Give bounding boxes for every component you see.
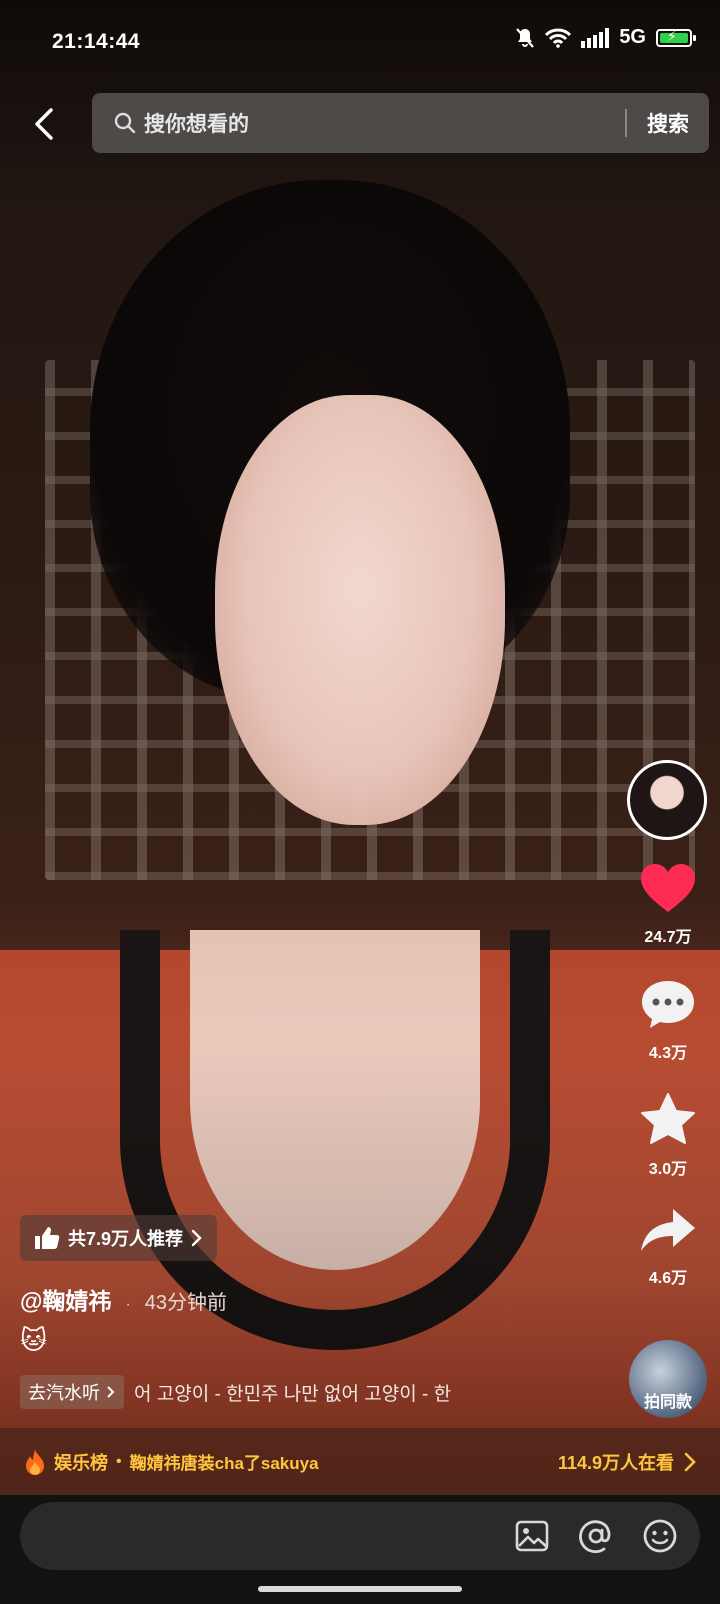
comment-count: 4.3万 [648, 1045, 688, 1062]
image-icon [515, 1520, 549, 1552]
hot-list-label: 娱乐榜 [54, 1452, 108, 1473]
caption-emoji: 🐱 [20, 1325, 48, 1355]
share-count: 4.6万 [648, 1270, 688, 1287]
chevron-left-icon [35, 108, 53, 140]
same-style-button[interactable]: 拍同款 [629, 1340, 707, 1418]
favorite-count: 3.0万 [648, 1161, 688, 1178]
hot-list-bar[interactable]: 娱乐榜 • 鞠婧祎唐装cha了sakuya 114.9万人在看 [0, 1428, 720, 1495]
watching-count: 114.9万人在看 [557, 1452, 674, 1473]
wifi-icon [545, 28, 572, 48]
chevron-right-icon [107, 1386, 115, 1398]
author-avatar[interactable] [627, 760, 707, 840]
emoji-button[interactable] [636, 1512, 684, 1560]
home-indicator[interactable] [258, 1586, 462, 1592]
recommend-chip[interactable]: 共7.9万人推荐 [20, 1215, 218, 1261]
music-row[interactable]: 去汽水听 어 고양이 - 한민주 나만 없어 고양이 - 한 [20, 1375, 564, 1409]
star-icon [641, 1093, 695, 1144]
listen-on-qishui-button[interactable]: 去汽水听 [20, 1375, 124, 1409]
hot-list-separator: • [116, 1452, 122, 1470]
search-icon [114, 112, 136, 134]
emoji-icon [643, 1519, 677, 1553]
music-title: 어 고양이 - 한민주 나만 없어 고양이 - 한 [134, 1383, 452, 1405]
mute-icon [516, 27, 535, 48]
chevron-right-icon [191, 1229, 202, 1247]
search-bar[interactable]: 搜你想看的 搜索 [92, 93, 709, 153]
video-vignette [0, 0, 720, 1495]
comment-button[interactable]: 4.3万 [630, 978, 706, 1063]
search-button[interactable]: 搜索 [627, 108, 709, 138]
battery-charging-icon: ⚡ [656, 28, 696, 47]
search-input[interactable]: 搜你想看的 [144, 108, 625, 138]
at-icon [579, 1520, 611, 1554]
comment-icon [642, 981, 694, 1028]
chevron-right-icon [684, 1452, 696, 1471]
thumbs-up-icon [35, 1227, 60, 1249]
share-button[interactable]: 4.6万 [630, 1205, 706, 1288]
hot-topic: 鞠婧祎唐装cha了sakuya [129, 1454, 319, 1473]
like-count: 24.7万 [644, 929, 692, 946]
status-bar: 21:14:44 5G ⚡ [0, 0, 720, 84]
separator-dot: · [125, 1296, 131, 1313]
status-time: 21:14:44 [52, 30, 141, 53]
flame-icon [26, 1448, 44, 1475]
back-button[interactable] [24, 100, 64, 148]
image-button[interactable] [508, 1512, 556, 1560]
author-line: @鞠婧祎 · 43分钟前 [20, 1282, 227, 1316]
like-button[interactable]: 24.7万 [630, 862, 706, 947]
comment-input-bar[interactable] [20, 1502, 700, 1570]
recommend-text: 共7.9万人推荐 [68, 1229, 184, 1249]
signal-icon [581, 27, 610, 48]
status-icons: 5G ⚡ [515, 26, 696, 49]
author-name[interactable]: @鞠婧祎 [20, 1282, 111, 1316]
heart-icon [641, 864, 695, 912]
network-type: 5G [619, 26, 646, 48]
same-style-label: 拍同款 [643, 1394, 692, 1411]
favorite-button[interactable]: 3.0万 [630, 1092, 706, 1179]
post-time: 43分钟前 [144, 1292, 228, 1314]
listen-label: 去汽水听 [28, 1383, 100, 1403]
share-arrow-icon [641, 1209, 695, 1251]
mention-button[interactable] [572, 1512, 620, 1560]
video-player[interactable] [0, 0, 720, 1495]
